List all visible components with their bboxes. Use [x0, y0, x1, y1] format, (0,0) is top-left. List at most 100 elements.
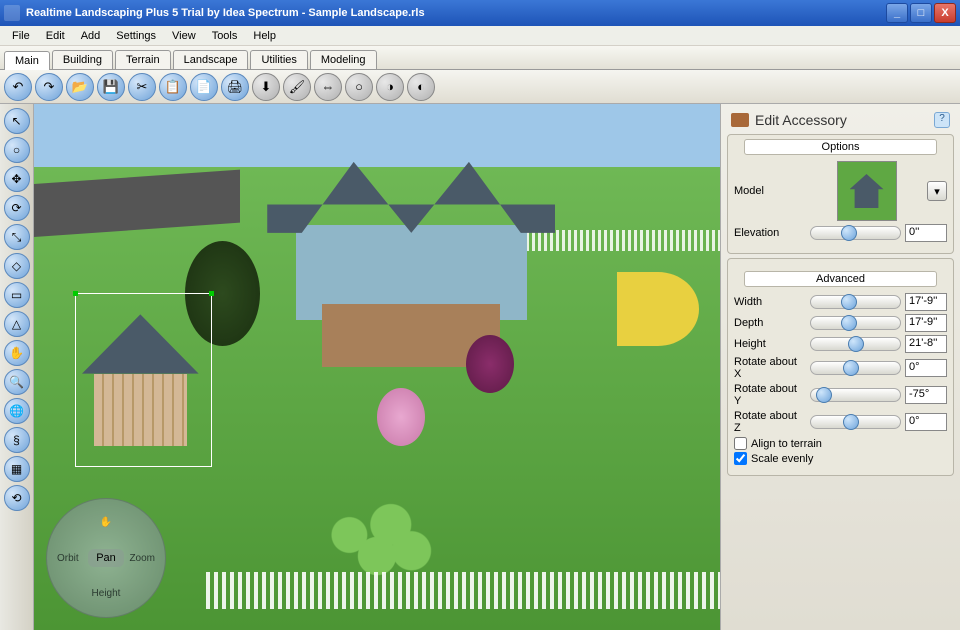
- tab-terrain[interactable]: Terrain: [115, 50, 171, 69]
- shape-b-tool[interactable]: ▭: [4, 282, 30, 308]
- tool-f-button[interactable]: ◐: [407, 73, 435, 101]
- nav-hand-icon[interactable]: ✋: [100, 517, 112, 528]
- align-terrain-label: Align to terrain: [751, 438, 822, 450]
- model-thumbnail[interactable]: [837, 161, 897, 221]
- cut-button[interactable]: ✂: [128, 73, 156, 101]
- tab-modeling[interactable]: Modeling: [310, 50, 377, 69]
- house-model: [267, 162, 555, 320]
- workspace: ↖ ○ ✥ ⟳ ⤡ ◇ ▭ △ ✋ 🔍 🌐 § ▦ ⟲: [0, 104, 960, 630]
- depth-slider[interactable]: [810, 316, 901, 330]
- depth-value[interactable]: 17'-9'': [905, 314, 947, 332]
- menu-tools[interactable]: Tools: [204, 28, 246, 44]
- menu-help[interactable]: Help: [245, 28, 284, 44]
- rotate-tool[interactable]: ⟳: [4, 195, 30, 221]
- redo-button[interactable]: ↷: [35, 73, 63, 101]
- depth-label: Depth: [734, 317, 806, 329]
- paste-button[interactable]: 📄: [190, 73, 218, 101]
- rotx-label: Rotate about X: [734, 356, 806, 380]
- options-title: Options: [744, 139, 937, 155]
- open-button[interactable]: 📂: [66, 73, 94, 101]
- panel-title: Edit Accessory: [755, 112, 934, 128]
- tool-b-button[interactable]: 🖌: [283, 73, 311, 101]
- rotz-value[interactable]: 0°: [905, 413, 947, 431]
- tab-main[interactable]: Main: [4, 51, 50, 70]
- tool-a-button[interactable]: ⬇: [252, 73, 280, 101]
- tool-c-button[interactable]: ⇔: [314, 73, 342, 101]
- scale-tool[interactable]: ⤡: [4, 224, 30, 250]
- circle-tool[interactable]: ○: [4, 137, 30, 163]
- properties-panel: Edit Accessory ? Options Model ▾ Elevati…: [720, 104, 960, 630]
- align-terrain-input[interactable]: [734, 437, 747, 450]
- grid-tool[interactable]: ▦: [4, 456, 30, 482]
- scale-evenly-checkbox[interactable]: Scale evenly: [734, 452, 947, 465]
- accessory-icon: [731, 113, 749, 127]
- nav-zoom[interactable]: Zoom: [129, 553, 155, 564]
- roty-value[interactable]: -75°: [905, 386, 947, 404]
- viewport-3d[interactable]: ✋ Orbit Zoom Pan Height: [34, 104, 720, 630]
- menu-settings[interactable]: Settings: [108, 28, 164, 44]
- tab-building[interactable]: Building: [52, 50, 113, 69]
- width-value[interactable]: 17'-9'': [905, 293, 947, 311]
- menu-bar: File Edit Add Settings View Tools Help: [0, 26, 960, 46]
- height-value[interactable]: 21'-8'': [905, 335, 947, 353]
- tool-e-button[interactable]: ◑: [376, 73, 404, 101]
- options-group: Options Model ▾ Elevation 0'': [727, 134, 954, 254]
- move-tool[interactable]: ✥: [4, 166, 30, 192]
- tree-pink: [377, 388, 425, 446]
- toolbar: ↶ ↷ 📂 💾 ✂ 📋 📄 🖨 ⬇ 🖌 ⇔ ○ ◑ ◐: [0, 70, 960, 104]
- zoom-tool[interactable]: 🔍: [4, 369, 30, 395]
- nav-disc[interactable]: ✋ Orbit Zoom Pan Height: [46, 498, 166, 618]
- advanced-title: Advanced: [744, 271, 937, 287]
- rotx-slider[interactable]: [810, 361, 901, 375]
- fence-front: [206, 572, 721, 609]
- spiral-tool[interactable]: §: [4, 427, 30, 453]
- undo-button[interactable]: ↶: [4, 73, 32, 101]
- app-icon: [4, 5, 20, 21]
- width-label: Width: [734, 296, 806, 308]
- selection-box[interactable]: [75, 293, 212, 467]
- nav-height[interactable]: Height: [92, 588, 121, 599]
- select-tool[interactable]: ↖: [4, 108, 30, 134]
- menu-edit[interactable]: Edit: [38, 28, 73, 44]
- rotz-label: Rotate about Z: [734, 410, 806, 434]
- menu-file[interactable]: File: [4, 28, 38, 44]
- shape-c-tool[interactable]: △: [4, 311, 30, 337]
- minimize-button[interactable]: _: [886, 3, 908, 23]
- elevation-value[interactable]: 0'': [905, 224, 947, 242]
- roty-label: Rotate about Y: [734, 383, 806, 407]
- menu-view[interactable]: View: [164, 28, 204, 44]
- nav-orbit[interactable]: Orbit: [57, 553, 79, 564]
- model-dropdown-button[interactable]: ▾: [927, 181, 947, 201]
- rotz-slider[interactable]: [810, 415, 901, 429]
- reset-tool[interactable]: ⟲: [4, 485, 30, 511]
- roty-slider[interactable]: [810, 388, 901, 402]
- shape-a-tool[interactable]: ◇: [4, 253, 30, 279]
- close-button[interactable]: X: [934, 3, 956, 23]
- save-button[interactable]: 💾: [97, 73, 125, 101]
- maximize-button[interactable]: □: [910, 3, 932, 23]
- nav-pan[interactable]: Pan: [88, 549, 124, 567]
- rotx-value[interactable]: 0°: [905, 359, 947, 377]
- globe-tool[interactable]: 🌐: [4, 398, 30, 424]
- print-button[interactable]: 🖨: [221, 73, 249, 101]
- height-label: Height: [734, 338, 806, 350]
- selection-handle[interactable]: [209, 291, 214, 296]
- scale-evenly-input[interactable]: [734, 452, 747, 465]
- elevation-slider[interactable]: [810, 226, 901, 240]
- selection-handle[interactable]: [73, 291, 78, 296]
- pan-tool[interactable]: ✋: [4, 340, 30, 366]
- align-terrain-checkbox[interactable]: Align to terrain: [734, 437, 947, 450]
- height-slider[interactable]: [810, 337, 901, 351]
- model-label: Model: [734, 185, 806, 197]
- panel-header: Edit Accessory ?: [727, 110, 954, 130]
- scale-evenly-label: Scale evenly: [751, 453, 813, 465]
- tool-d-button[interactable]: ○: [345, 73, 373, 101]
- menu-add[interactable]: Add: [73, 28, 109, 44]
- tab-strip: Main Building Terrain Landscape Utilitie…: [0, 46, 960, 70]
- help-button[interactable]: ?: [934, 112, 950, 128]
- window-title: Realtime Landscaping Plus 5 Trial by Ide…: [26, 7, 884, 19]
- width-slider[interactable]: [810, 295, 901, 309]
- tab-landscape[interactable]: Landscape: [173, 50, 249, 69]
- copy-button[interactable]: 📋: [159, 73, 187, 101]
- tab-utilities[interactable]: Utilities: [250, 50, 307, 69]
